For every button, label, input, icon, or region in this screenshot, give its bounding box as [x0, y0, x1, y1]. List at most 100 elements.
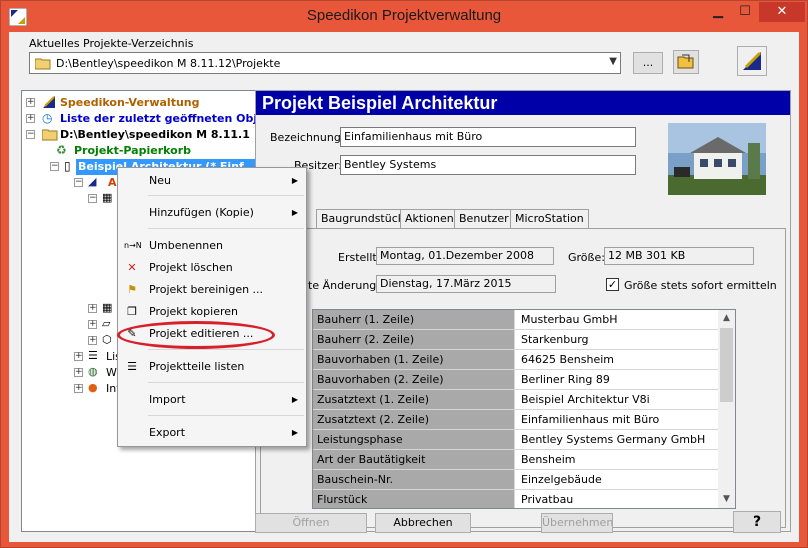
folder-icon	[35, 58, 51, 70]
table-row[interactable]: Bauvorhaben (2. Zeile) Berliner Ring 89	[313, 370, 719, 390]
table-row[interactable]: Bauherr (2. Zeile) Starkenburg	[313, 330, 719, 350]
menu-separator	[148, 228, 304, 229]
property-key: Bauschein-Nr.	[313, 470, 515, 489]
bezeichnung-field[interactable]: Einfamilienhaus mit Büro	[340, 127, 636, 147]
browse-button[interactable]: ...	[633, 52, 663, 74]
project-properties-grid[interactable]: Bauherr (1. Zeile) Musterbau GmbH Bauherr …	[312, 309, 736, 509]
tree-item-label: Projekt-Papierkorb	[74, 144, 192, 157]
expand-icon[interactable]: +	[74, 368, 83, 377]
expand-icon[interactable]: +	[74, 352, 83, 361]
tab-benutzer[interactable]: Benutzer	[454, 209, 514, 229]
collapse-icon[interactable]: −	[50, 162, 59, 171]
property-value[interactable]: Berliner Ring 89	[517, 370, 717, 389]
directory-value: D:\Bentley\speedikon M 8.11.12\Projekte	[56, 57, 281, 70]
project-panel: Projekt Beispiel Architektur Bezeichnung…	[255, 90, 791, 532]
copy-icon: ❐	[127, 305, 137, 318]
expand-icon[interactable]: +	[74, 384, 83, 393]
tree-item-label: Speedikon-Verwaltung	[60, 96, 200, 109]
expand-icon[interactable]: +	[88, 320, 97, 329]
expand-icon[interactable]: +	[26, 98, 35, 107]
collapse-icon[interactable]: −	[26, 130, 35, 139]
directory-combo[interactable]: D:\Bentley\speedikon M 8.11.12\Projekte …	[29, 52, 621, 74]
property-value[interactable]: Beispiel Architektur V8i	[517, 390, 717, 409]
apply-button[interactable]: Übernehmen	[541, 513, 613, 533]
table-row[interactable]: Zusatztext (1. Zeile) Beispiel Architektu…	[313, 390, 719, 410]
menu-separator	[148, 349, 304, 350]
collapse-icon[interactable]: −	[88, 194, 97, 203]
tree-item-label: D:\Bentley\speedikon M 8.11.1	[60, 128, 250, 141]
list-icon: ☰	[127, 360, 137, 373]
menu-item-hinzufuegen[interactable]: Hinzufügen (Kopie) ▶	[118, 202, 306, 224]
property-value[interactable]: Einzelgebäude	[517, 470, 717, 489]
property-value[interactable]: Starkenburg	[517, 330, 717, 349]
project-icon: ▯	[64, 159, 71, 173]
minimize-button[interactable]: ▁	[705, 2, 731, 22]
menu-item-kopieren[interactable]: ❐ Projekt kopieren	[118, 301, 306, 323]
property-key: Zusatztext (1. Zeile)	[313, 390, 515, 409]
cube-icon: ⬡	[102, 333, 112, 346]
open-button[interactable]: Öffnen	[255, 513, 367, 533]
besitzer-field[interactable]: Bentley Systems	[340, 155, 636, 175]
menu-item-loeschen[interactable]: ✕ Projekt löschen	[118, 257, 306, 279]
tab-microstation[interactable]: MicroStation	[510, 209, 589, 229]
property-key: Leistungsphase	[313, 430, 515, 449]
expand-icon[interactable]: +	[26, 114, 35, 123]
menu-item-neu[interactable]: Neu ▶	[118, 170, 306, 192]
expand-icon[interactable]: +	[88, 336, 97, 345]
help-button[interactable]: ?	[733, 511, 781, 533]
property-value[interactable]: 64625 Bensheim	[517, 350, 717, 369]
property-key: Bauherr (1. Zeile)	[313, 310, 515, 329]
menu-separator	[148, 382, 304, 383]
scroll-down-icon[interactable]: ▼	[718, 491, 735, 508]
vertical-scrollbar[interactable]: ▲ ▼	[718, 310, 735, 508]
app-window: Speedikon Projektverwaltung ▁ ☐ ✕ Aktuel…	[0, 0, 808, 548]
tab-aktionen[interactable]: Aktionen	[400, 209, 459, 229]
property-value[interactable]: Privatbau	[517, 490, 717, 508]
menu-item-umbenennen[interactable]: n→N Umbenennen	[118, 235, 306, 257]
menu-item-import[interactable]: Import ▶	[118, 389, 306, 411]
menu-item-bereinigen[interactable]: ⚑ Projekt bereinigen ...	[118, 279, 306, 301]
list-icon: ☰	[88, 349, 98, 362]
property-value[interactable]: Bensheim	[517, 450, 717, 469]
delete-x-icon: ✕	[127, 261, 137, 274]
property-key: Flurstück	[313, 490, 515, 508]
property-value[interactable]: Musterbau GmbH	[517, 310, 717, 329]
folder-icon	[42, 129, 58, 141]
arch-icon: ◢	[88, 175, 97, 188]
property-value[interactable]: Bentley Systems Germany GmbH	[517, 430, 717, 449]
firefox-icon: ●	[88, 381, 98, 394]
web-icon: ◍	[88, 365, 98, 378]
cancel-button[interactable]: Abbrechen	[375, 513, 471, 533]
property-key: Bauherr (2. Zeile)	[313, 330, 515, 349]
menu-item-export[interactable]: Export ▶	[118, 422, 306, 444]
menu-separator	[148, 415, 304, 416]
scroll-up-icon[interactable]: ▲	[718, 310, 735, 327]
property-value[interactable]: Einfamilienhaus mit Büro	[517, 410, 717, 429]
table-row[interactable]: Leistungsphase Bentley Systems Germany Gm…	[313, 430, 719, 450]
scroll-thumb[interactable]	[720, 328, 733, 402]
collapse-icon[interactable]: −	[74, 178, 83, 187]
tab-baugrundstueck[interactable]: Baugrundstück	[316, 209, 410, 229]
context-menu: Neu ▶ Hinzufügen (Kopie) ▶ n→N Umbenennen ✕…	[117, 167, 307, 447]
table-row[interactable]: Bauschein-Nr. Einzelgebäude	[313, 470, 719, 490]
submenu-arrow-icon: ▶	[291, 428, 298, 437]
table-row[interactable]: Bauvorhaben (1. Zeile) 64625 Bensheim	[313, 350, 719, 370]
table-row[interactable]: Art der Bautätigkeit Bensheim	[313, 450, 719, 470]
close-button[interactable]: ✕	[759, 2, 805, 22]
title-bar[interactable]: Speedikon Projektverwaltung ▁ ☐ ✕	[1, 1, 807, 32]
menu-separator	[148, 195, 304, 196]
table-row[interactable]: Bauherr (1. Zeile) Musterbau GmbH	[313, 310, 719, 330]
table-row[interactable]: Zusatztext (2. Zeile) Einfamilienhaus mit…	[313, 410, 719, 430]
groesse-checkbox[interactable]: ✓	[606, 278, 619, 291]
menu-item-listen[interactable]: ☰ Projektteile listen	[118, 356, 306, 378]
broom-icon: ⚑	[127, 283, 137, 296]
settings-tool-button[interactable]	[737, 46, 767, 76]
submenu-arrow-icon: ▶	[291, 208, 298, 217]
open-folder-button[interactable]	[673, 50, 699, 74]
table-row[interactable]: Flurstück Privatbau	[313, 490, 719, 508]
maximize-button[interactable]: ☐	[732, 2, 758, 22]
bezeichnung-label: Bezeichnung:	[270, 131, 345, 144]
aenderung-label: te Änderung:	[308, 279, 380, 292]
expand-icon[interactable]: +	[88, 304, 97, 313]
chevron-down-icon[interactable]: ▼	[609, 56, 617, 67]
